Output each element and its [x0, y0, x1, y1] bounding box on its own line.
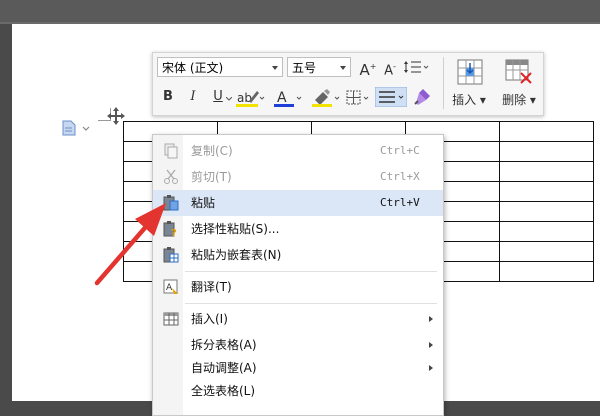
- delete-table-icon: [505, 59, 532, 84]
- paste-special-icon: ?: [163, 221, 177, 237]
- app-top-bar: [0, 0, 600, 24]
- line-spacing-icon[interactable]: [403, 60, 429, 74]
- delete-label: 删除 ▾: [502, 93, 536, 107]
- chevron-down-icon: [340, 66, 346, 70]
- bold-button[interactable]: B: [161, 87, 175, 107]
- insert-row-icon: [457, 59, 483, 85]
- border-icon[interactable]: [345, 89, 371, 107]
- chevron-down-icon: [272, 66, 278, 70]
- underline-button[interactable]: U: [211, 87, 225, 107]
- svg-text:ab: ab: [237, 91, 252, 105]
- menu-item-label: 选择性粘贴(S)...: [191, 222, 280, 236]
- svg-text:?: ?: [171, 228, 177, 237]
- font-name-value: 宋体 (正文): [162, 61, 224, 75]
- strikethrough-highlight-icon[interactable]: ab: [235, 89, 265, 107]
- svg-text:A: A: [166, 283, 173, 293]
- grow-font-button[interactable]: A+: [359, 57, 377, 79]
- chevron-down-icon[interactable]: [226, 97, 232, 101]
- menu-item-label: 全选表格(L): [191, 384, 256, 398]
- submenu-arrow-icon: [429, 316, 433, 322]
- font-size-select[interactable]: 五号: [287, 57, 351, 77]
- menu-item-label: 插入(I): [191, 312, 228, 326]
- scissors-icon: [164, 169, 178, 184]
- paragraph-layout-icon[interactable]: [62, 120, 76, 136]
- menu-item-label: 剪切(T): [191, 170, 232, 184]
- menu-separator: [185, 271, 437, 272]
- italic-button[interactable]: I: [187, 87, 199, 107]
- svg-text:A: A: [277, 90, 287, 106]
- floating-format-toolbar: 宋体 (正文) 五号 A+ A- B I U ab A 插入 ▾ 删除 ▾: [152, 52, 544, 116]
- menu-item-paste-special[interactable]: ? 选择性粘贴(S)...: [153, 216, 443, 242]
- toolbar-divider: [443, 57, 444, 109]
- menu-item-shortcut: Ctrl+V: [380, 196, 420, 209]
- menu-item-shortcut: Ctrl+X: [380, 170, 420, 183]
- shrink-font-label: A: [384, 63, 393, 79]
- menu-item-shortcut: Ctrl+C: [380, 144, 420, 157]
- paste-nested-table-icon: [163, 247, 179, 263]
- table-grid-icon: [163, 312, 179, 326]
- submenu-arrow-icon: [429, 365, 433, 371]
- menu-separator: [185, 303, 437, 304]
- insert-button[interactable]: 插入 ▾: [447, 57, 491, 111]
- font-size-value: 五号: [292, 61, 317, 75]
- menu-item-label: 复制(C): [191, 144, 233, 158]
- font-color-icon[interactable]: A: [273, 88, 303, 108]
- format-painter-icon[interactable]: [413, 87, 433, 107]
- grow-font-label: A: [359, 61, 370, 79]
- menu-item-label: 粘贴为嵌套表(N): [191, 248, 282, 262]
- paste-icon: [163, 195, 179, 211]
- menu-item-insert[interactable]: 插入(I): [153, 306, 443, 332]
- menu-item-select-table[interactable]: 全选表格(L): [153, 378, 443, 404]
- submenu-arrow-icon: [429, 342, 433, 348]
- insert-label: 插入 ▾: [452, 93, 486, 107]
- chevron-down-icon[interactable]: [82, 126, 90, 132]
- menu-item-copy[interactable]: 复制(C) Ctrl+C: [153, 138, 443, 164]
- context-menu: 复制(C) Ctrl+C 剪切(T) Ctrl+X 粘贴 Ctrl+V ? 选择…: [152, 134, 444, 416]
- shrink-font-button[interactable]: A-: [381, 57, 399, 79]
- menu-item-translate[interactable]: A 翻译(T): [153, 274, 443, 300]
- highlighter-icon[interactable]: [311, 88, 341, 108]
- delete-button[interactable]: 删除 ▾: [497, 57, 541, 111]
- menu-item-paste-nested-table[interactable]: 粘贴为嵌套表(N): [153, 242, 443, 268]
- menu-item-paste[interactable]: 粘贴 Ctrl+V: [153, 190, 443, 216]
- translate-icon: A: [163, 279, 178, 294]
- copy-icon: [164, 143, 178, 159]
- font-name-select[interactable]: 宋体 (正文): [157, 57, 283, 77]
- menu-item-label: 粘贴: [191, 196, 216, 210]
- align-icon[interactable]: [375, 87, 407, 107]
- menu-item-label: 翻译(T): [191, 280, 232, 294]
- menu-item-cut[interactable]: 剪切(T) Ctrl+X: [153, 164, 443, 190]
